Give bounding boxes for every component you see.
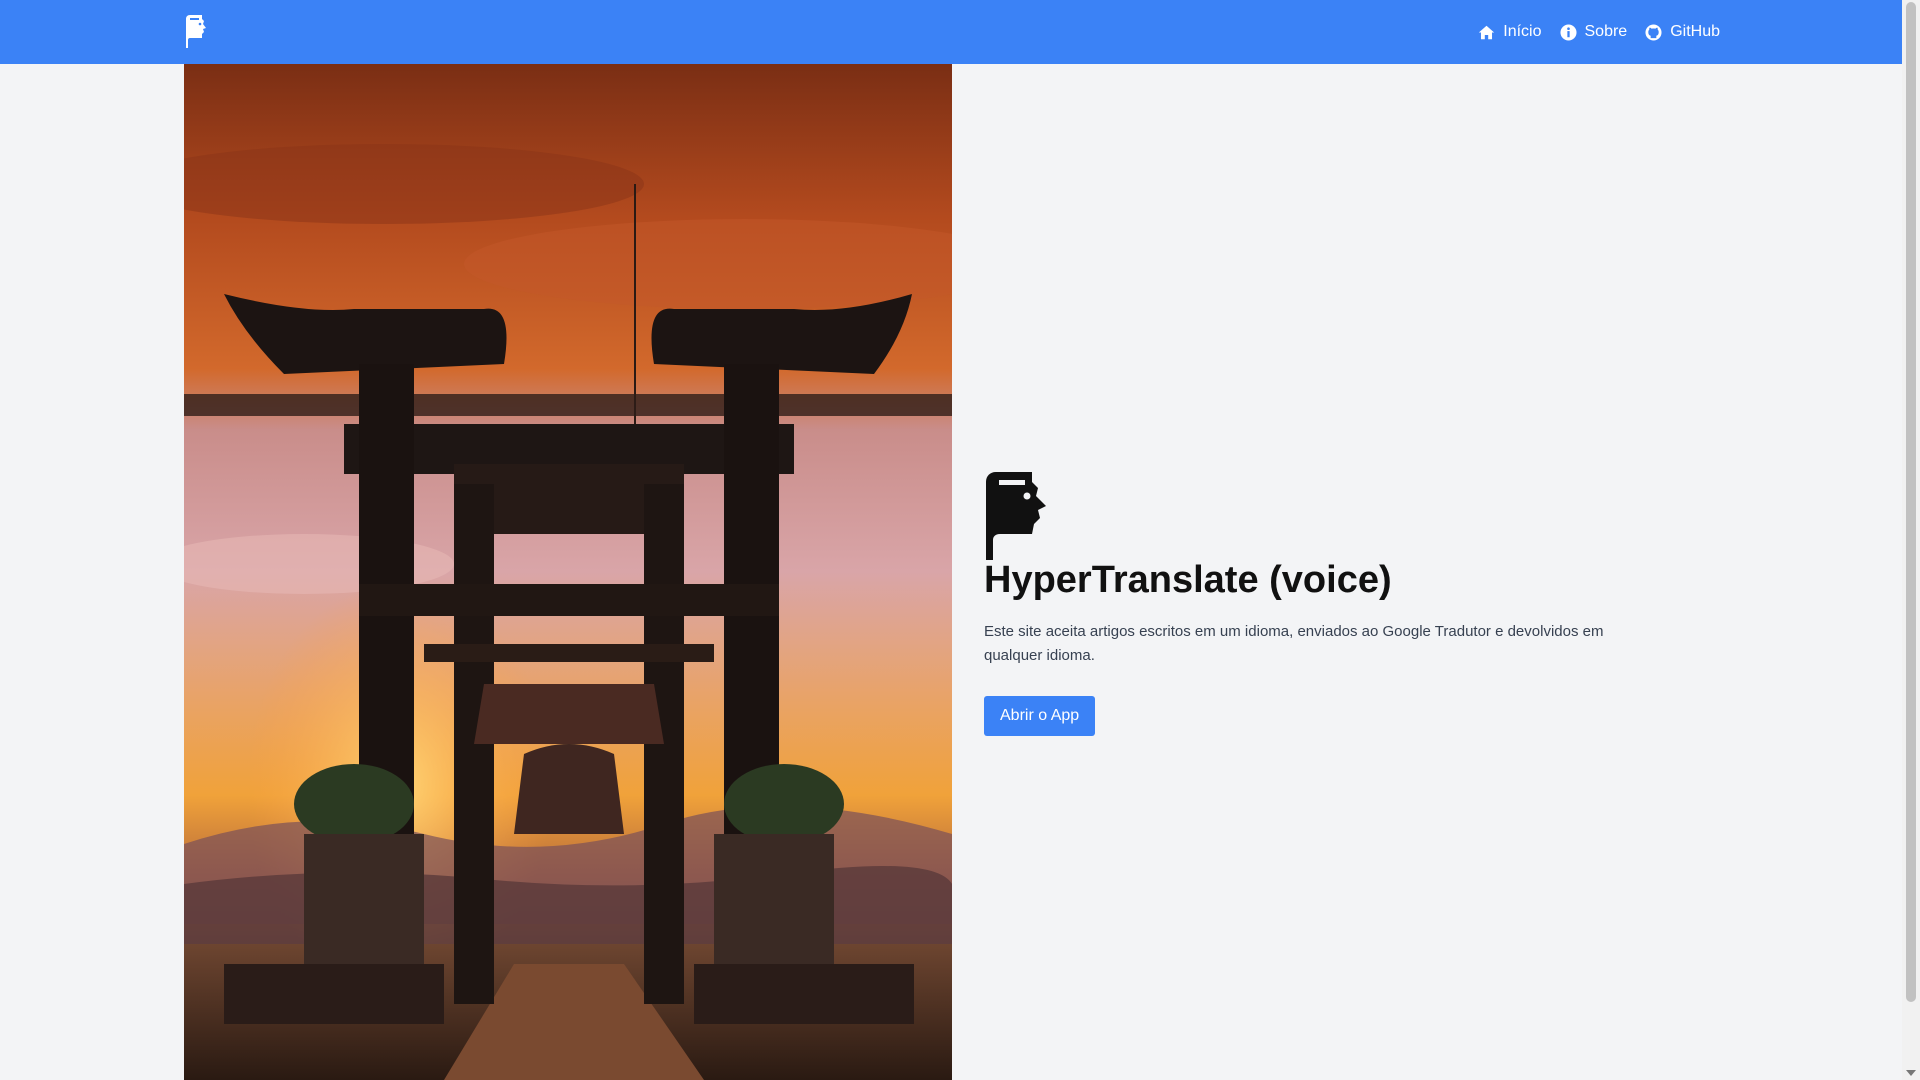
nav-links: Início Sobre GitHub bbox=[1478, 0, 1720, 64]
scroll-down-arrow-icon[interactable] bbox=[1906, 1070, 1916, 1076]
nav-link-label: GitHub bbox=[1670, 23, 1720, 40]
home-icon bbox=[1479, 25, 1495, 39]
scrollbar[interactable] bbox=[1902, 0, 1920, 1080]
book-head-icon[interactable] bbox=[184, 15, 208, 48]
temple-gate-illustration bbox=[184, 64, 952, 1080]
book-head-icon bbox=[986, 472, 1046, 560]
nav-link-label: Início bbox=[1503, 23, 1542, 40]
nav-link-about[interactable]: Sobre bbox=[1559, 23, 1628, 41]
page-title: HyperTranslate (voice) bbox=[984, 559, 1392, 601]
hero-description: Este site aceita artigos escritos em um … bbox=[984, 622, 1604, 664]
open-app-button[interactable]: Abrir o App bbox=[984, 695, 1096, 736]
github-icon bbox=[1645, 23, 1662, 41]
nav-link-home[interactable]: Início bbox=[1478, 23, 1542, 41]
hero-image bbox=[184, 64, 952, 1080]
nav-link-github[interactable]: GitHub bbox=[1645, 23, 1720, 41]
hero-content: HyperTranslate (voice) Este site aceita … bbox=[984, 472, 1664, 736]
scrollbar-thumb[interactable] bbox=[1906, 2, 1916, 1002]
navbar: Início Sobre GitHub bbox=[0, 0, 1902, 64]
nav-link-label: Sobre bbox=[1584, 23, 1628, 40]
info-circle-icon bbox=[1559, 23, 1577, 41]
